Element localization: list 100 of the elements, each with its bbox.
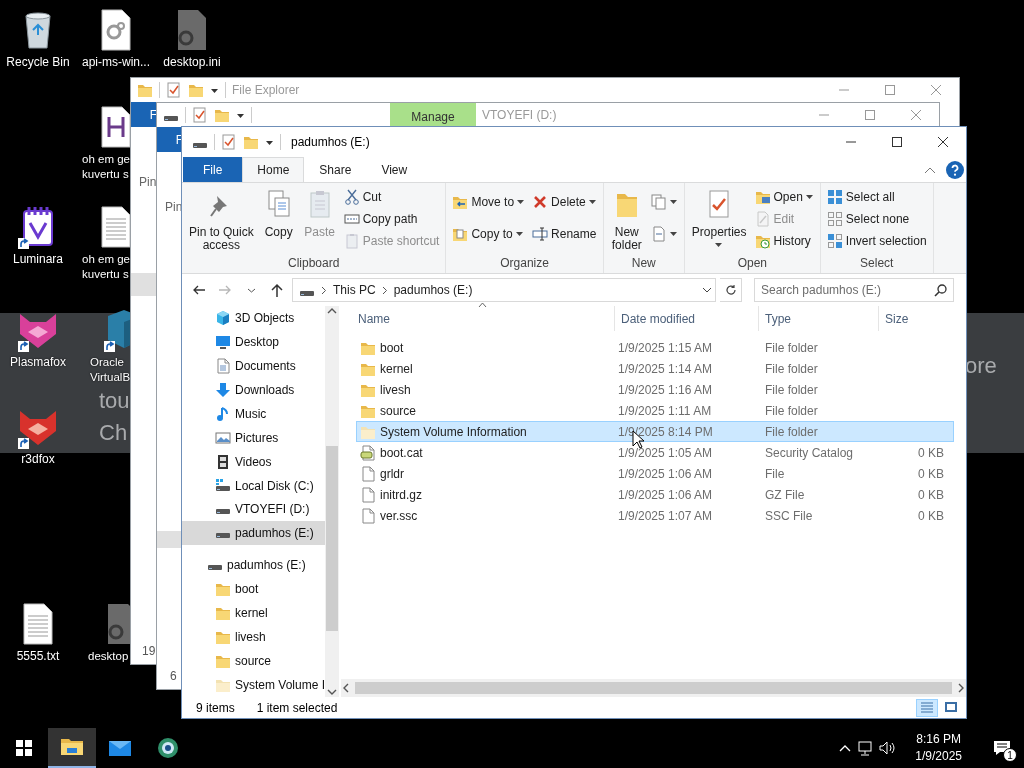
column-header[interactable]: Size	[879, 306, 957, 331]
icon-label[interactable]: r3dfox	[21, 452, 55, 467]
status-text: 6	[170, 669, 178, 683]
dropdown-caret-icon[interactable]	[702, 286, 712, 294]
breadcrumb[interactable]: This PC	[333, 283, 376, 297]
file-row[interactable]: source 1/9/2025 1:11 AM File folder	[356, 400, 954, 421]
open-folder-icon	[754, 189, 771, 205]
notification-button[interactable]: 1	[980, 728, 1024, 768]
ribbon-tab[interactable]: Home	[242, 157, 305, 182]
nav-item[interactable]: Music	[182, 401, 326, 426]
refresh-button[interactable]	[720, 278, 742, 302]
ribbon-button[interactable]: Copy	[259, 186, 298, 255]
icon-label[interactable]: Plasmafox	[10, 355, 66, 370]
ribbon-button[interactable]: Copy path	[341, 208, 442, 230]
column-header[interactable]: Type	[759, 306, 879, 331]
table-cell: 1/9/2025 1:11 AM	[618, 403, 712, 418]
nav-item[interactable]: Desktop	[182, 329, 326, 354]
maximize-icon[interactable]	[892, 137, 902, 147]
ribbon-button[interactable]: History	[752, 230, 816, 252]
ribbon-tab[interactable]: Share	[304, 157, 367, 182]
clock[interactable]: 8:16 PM 1/9/2025	[903, 731, 974, 765]
file-row[interactable]: ver.ssc 1/9/2025 1:07 AM SSC File 0 KB	[356, 505, 954, 526]
icon-label[interactable]: api-ms-win...	[82, 55, 150, 70]
file-name: ver.ssc	[380, 508, 418, 523]
ribbon-button[interactable]: Copy to	[450, 222, 528, 245]
ribbon-tab[interactable]: View	[366, 157, 423, 182]
ribbon-button[interactable]: Open	[752, 186, 816, 208]
file-row[interactable]: System Volume Information 1/9/2025 8:14 PM File folder	[356, 421, 954, 442]
ribbon-button[interactable]: Properties	[688, 186, 750, 255]
close-icon[interactable]	[938, 137, 948, 147]
taskbar-app[interactable]	[48, 728, 96, 768]
nav-item[interactable]: Documents	[182, 353, 326, 378]
view-button[interactable]	[916, 698, 938, 717]
breadcrumb[interactable]: padumhos (E:)	[393, 283, 473, 297]
shortcut-arrow-icon	[18, 341, 29, 352]
dropdown-caret-icon	[715, 242, 724, 248]
nav-item[interactable]: padumhos (E:)	[182, 521, 326, 546]
collapse-chevron-icon[interactable]	[924, 165, 936, 174]
edit-icon	[754, 211, 771, 227]
scrollbar[interactable]	[341, 679, 966, 697]
nav-item[interactable]: Downloads	[182, 377, 326, 402]
nav-item[interactable]: Local Disk (C:)	[182, 473, 326, 498]
help-icon[interactable]	[946, 160, 964, 179]
icon-label[interactable]: oh em ge kuvertu s	[82, 252, 130, 282]
selected-row	[131, 273, 157, 296]
tree-item[interactable]: source	[182, 649, 326, 674]
icon-label[interactable]: oh em ge kuvertu s	[82, 152, 130, 182]
notification-badge: 1	[1003, 748, 1017, 762]
ribbon-button[interactable]: Move to	[450, 190, 528, 213]
nav-item[interactable]: Videos	[182, 449, 326, 474]
properties-icon[interactable]	[166, 82, 182, 98]
ribbon-button[interactable]: New folder	[607, 186, 646, 255]
network-icon[interactable]	[857, 740, 874, 756]
file-icon	[360, 465, 376, 482]
tree-item[interactable]: kernel	[182, 601, 326, 626]
column-header[interactable]: Name	[341, 306, 615, 331]
ribbon-button[interactable]: Delete	[530, 190, 599, 213]
ribbon-button[interactable]: Cut	[341, 186, 442, 208]
file-row[interactable]: boot.cat 1/9/2025 1:05 AM Security Catalog 0 KB	[356, 442, 954, 463]
properties-icon[interactable]	[192, 107, 208, 123]
icon-label[interactable]: Luminara	[13, 252, 63, 267]
chevron-up-icon[interactable]	[839, 744, 852, 752]
tree-item[interactable]: livesh	[182, 625, 326, 650]
tree-item[interactable]: System Volume I	[182, 673, 326, 697]
group-label: Organize	[499, 255, 550, 272]
ribbon-tab[interactable]: Manage	[390, 103, 476, 127]
ribbon-button[interactable]: Invert selection	[824, 230, 929, 252]
icon-label[interactable]: Oracle VirtualB	[90, 355, 131, 385]
file-row[interactable]: kernel 1/9/2025 1:14 AM File folder	[356, 358, 954, 379]
file-name: kernel	[380, 361, 413, 376]
icon-label[interactable]: desktop	[88, 649, 129, 664]
address-bar[interactable]: This PC padumhos (E:)	[292, 278, 716, 302]
file-row[interactable]: initrd.gz 1/9/2025 1:06 AM GZ File 0 KB	[356, 484, 954, 505]
ribbon-button[interactable]: Select all	[824, 186, 929, 208]
search-field[interactable]: Search padumhos (E:)	[754, 278, 954, 302]
nav-item[interactable]: Pictures	[182, 425, 326, 450]
tree-item[interactable]: boot	[182, 577, 326, 602]
icon-label[interactable]: desktop.ini	[163, 55, 221, 70]
icon-label[interactable]: Recycle Bin	[6, 55, 70, 70]
scrollbar[interactable]	[325, 306, 339, 697]
ribbon-button[interactable]: Rename	[530, 222, 599, 245]
table-cell: 0 KB	[918, 466, 944, 481]
scroll-up-icon	[327, 306, 337, 316]
ribbon-button[interactable]: Select none	[824, 208, 929, 230]
easy-access-icon	[650, 225, 667, 242]
nav-item[interactable]: 3D Objects	[182, 306, 326, 330]
film-icon	[215, 453, 231, 470]
file-row[interactable]: boot 1/9/2025 1:15 AM File folder	[356, 337, 954, 358]
ribbon-button[interactable]: Pin to Quick access	[186, 186, 257, 255]
tree-item[interactable]: padumhos (E:)	[182, 553, 326, 578]
drive-icon	[215, 477, 231, 494]
icon-label[interactable]: 5555.txt	[16, 649, 60, 664]
file-row[interactable]: livesh 1/9/2025 1:16 AM File folder	[356, 379, 954, 400]
picture-icon	[215, 429, 231, 446]
ribbon-tab[interactable]: File	[183, 157, 243, 182]
nav-item[interactable]: VTOYEFI (D:)	[182, 497, 326, 522]
properties-icon[interactable]	[221, 134, 237, 150]
volume-icon[interactable]	[879, 740, 898, 756]
file-row[interactable]: grldr 1/9/2025 1:06 AM File 0 KB	[356, 463, 954, 484]
column-header[interactable]: Date modified	[615, 306, 759, 331]
